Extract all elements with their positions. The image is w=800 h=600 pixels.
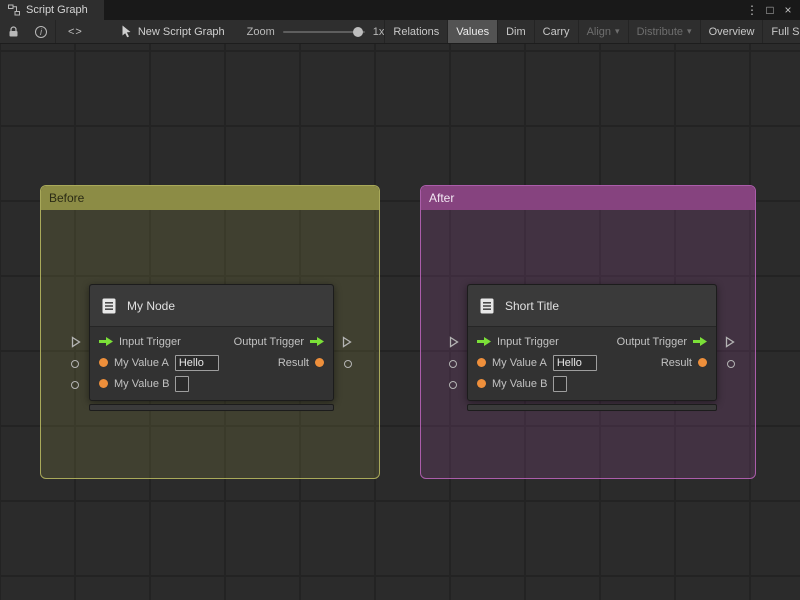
trigger-row: Input Trigger Output Trigger [468,331,716,352]
input-trigger-port[interactable] [449,336,459,348]
output-trigger-port[interactable] [342,336,352,348]
port-label: Result [660,356,692,369]
trigger-arrow-icon [99,337,113,346]
port-label: Input Trigger [497,335,559,348]
port-label: My Value A [492,356,547,369]
zoom-slider[interactable] [282,26,365,37]
node-short-title[interactable]: Short Title Input Trigger Output Trigger [449,284,735,411]
port-label: Result [277,356,309,369]
value-b-row: My Value B [468,373,716,394]
value-port-icon[interactable] [99,358,108,367]
window-close-icon[interactable]: × [780,3,796,17]
value-a-port[interactable] [449,358,457,370]
code-icon[interactable]: <> [56,20,95,43]
trigger-row: Input Trigger Output Trigger [90,331,333,352]
value-port-icon[interactable] [477,358,486,367]
group-title: Before [49,191,85,205]
graph-title: New Script Graph [137,25,225,38]
distribute-button: Distribute ▾ [627,20,700,43]
zoom-value: 1x [372,25,385,38]
port-label: Output Trigger [233,335,304,348]
dim-button[interactable]: Dim [497,20,534,43]
zoom-slider-knob[interactable] [352,26,363,37]
info-icon[interactable]: i [27,20,55,43]
group-title: After [429,191,455,205]
node-icon [480,298,494,313]
tab-bar: Script Graph ⋮ □ × [0,0,800,20]
node-body: Input Trigger Output Trigger My Value A [468,327,716,400]
group-after[interactable]: After Short Title Input Trigger Output T… [420,185,756,479]
align-button: Align ▾ [577,20,628,43]
chevron-down-icon: ▾ [687,26,692,36]
node-footer[interactable] [89,404,334,411]
trigger-arrow-icon [310,337,324,346]
value-port-icon[interactable] [99,379,108,388]
group-after-header[interactable]: After [421,186,755,210]
trigger-arrow-icon [693,337,707,346]
carry-button[interactable]: Carry [533,20,578,43]
port-label: My Value B [492,377,548,390]
value-b-port[interactable] [449,379,457,391]
value-a-port[interactable] [71,358,79,370]
graph-canvas[interactable]: Before My Node Input Trigger Output Trig… [0,44,800,600]
node-header[interactable]: Short Title [468,285,716,327]
port-label: My Value A [114,356,169,369]
value-a-row: My Value A Result [468,352,716,373]
result-port[interactable] [727,358,735,370]
value-a-row: My Value A Result [90,352,333,373]
tab-script-graph[interactable]: Script Graph [0,0,104,20]
value-a-input[interactable] [552,354,597,371]
trigger-arrow-icon [477,337,491,346]
port-label: My Value B [114,377,170,390]
group-before[interactable]: Before My Node Input Trigger Output Trig… [40,185,380,479]
group-before-header[interactable]: Before [41,186,379,210]
value-port-icon[interactable] [698,358,707,367]
node-footer[interactable] [467,404,717,411]
node-body: Input Trigger Output Trigger My Value A [90,327,333,400]
node-icon [102,298,116,313]
input-trigger-port[interactable] [71,336,81,348]
value-port-icon[interactable] [315,358,324,367]
lock-icon[interactable] [0,20,27,43]
graph-toolbar: i <> New Script Graph Zoom 1x Relations … [0,20,800,44]
overview-button[interactable]: Overview [699,20,763,43]
value-a-input[interactable] [174,354,219,371]
output-trigger-port[interactable] [725,336,735,348]
value-b-port[interactable] [71,379,79,391]
value-port-icon[interactable] [477,379,486,388]
node-my-node[interactable]: My Node Input Trigger Output Trigger My … [71,284,352,411]
node-header[interactable]: My Node [90,285,333,327]
node-title: Short Title [505,298,560,313]
graph-pointer-icon [122,25,131,38]
value-b-row: My Value B [90,373,333,394]
window-menu-icon[interactable]: ⋮ [744,3,760,17]
port-label: Input Trigger [119,335,181,348]
tab-title: Script Graph [26,4,88,16]
graph-breadcrumb[interactable]: New Script Graph [121,25,225,38]
relations-button[interactable]: Relations [384,20,447,43]
script-graph-icon [8,4,20,16]
value-b-input[interactable] [553,375,568,392]
zoom-label: Zoom [246,25,275,38]
window-maximize-icon[interactable]: □ [762,3,778,17]
fullscreen-button[interactable]: Full Screen [762,20,800,43]
port-label: Output Trigger [616,335,687,348]
toolbar-buttons: Relations Values Dim Carry Align ▾ Distr… [384,20,800,43]
chevron-down-icon: ▾ [615,26,620,36]
values-button[interactable]: Values [447,20,498,43]
node-title: My Node [127,298,176,313]
result-port[interactable] [344,358,352,370]
value-b-input[interactable] [175,375,190,392]
